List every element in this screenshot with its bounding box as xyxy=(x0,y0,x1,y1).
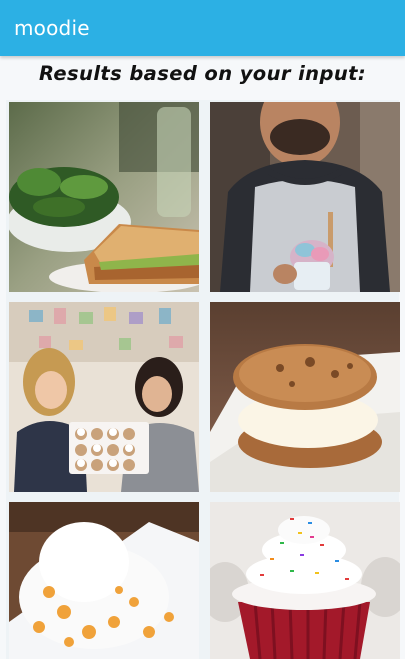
results-heading: Results based on your input: xyxy=(38,62,367,85)
women-cupcake-box-photo xyxy=(9,302,199,492)
app-title: moodie xyxy=(14,16,90,40)
result-image-4[interactable] xyxy=(210,302,400,492)
app-bar: moodie xyxy=(0,0,405,56)
ice-cream-cookie-sandwich-photo xyxy=(210,302,400,492)
shaved-ice-mango-photo xyxy=(9,502,199,659)
red-velvet-cupcake-photo xyxy=(210,502,400,659)
salad-sandwich-photo xyxy=(9,102,199,292)
result-image-5[interactable] xyxy=(9,502,199,659)
result-image-2[interactable] xyxy=(210,102,400,292)
result-image-6[interactable] xyxy=(210,502,400,659)
result-image-3[interactable] xyxy=(9,302,199,492)
result-image-1[interactable] xyxy=(9,102,199,292)
app-screen: moodie Results based on your input: xyxy=(0,0,405,659)
man-ice-cream-photo xyxy=(210,102,400,292)
